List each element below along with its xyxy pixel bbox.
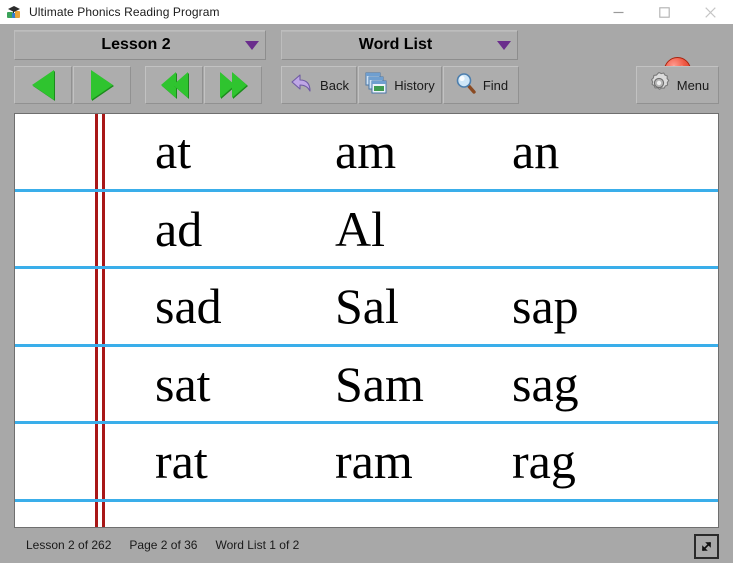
menu-button-label: Menu — [676, 77, 710, 93]
lesson-selector-label: Lesson 2 — [101, 36, 171, 53]
wordlist-progress-text: Word List 1 of 2 — [215, 538, 300, 552]
word-item[interactable]: sat — [155, 359, 211, 409]
word-item[interactable]: rat — [155, 436, 208, 486]
chevron-down-icon — [491, 40, 517, 50]
word-item[interactable]: sad — [155, 281, 222, 331]
next-arrow-icon — [91, 70, 113, 100]
word-item[interactable]: ram — [335, 436, 413, 486]
magnifier-icon — [454, 71, 478, 100]
word-row: ad Al — [15, 192, 718, 269]
find-button[interactable]: Find — [443, 66, 519, 104]
history-button[interactable]: History — [358, 66, 442, 104]
word-item[interactable]: at — [155, 126, 191, 176]
word-rows: at am an ad Al sad Sal sap sat Sam sag rat ram rag — [15, 114, 718, 527]
maximize-icon[interactable] — [641, 0, 687, 24]
history-button-label: History — [394, 77, 435, 93]
window-controls — [595, 0, 733, 24]
gear-icon — [646, 70, 672, 101]
last-page-button[interactable] — [204, 66, 262, 104]
minimize-icon[interactable] — [595, 0, 641, 24]
find-button-label: Find — [482, 77, 509, 93]
view-selector-label: Word List — [358, 36, 433, 53]
lesson-progress-text: Lesson 2 of 262 — [26, 538, 112, 552]
resize-diagonal-icon — [701, 541, 712, 552]
back-button-label: Back — [320, 77, 349, 93]
resize-window-button[interactable] — [694, 534, 719, 559]
view-selector[interactable]: Word List — [281, 30, 518, 60]
graduation-cap-icon — [6, 4, 22, 20]
word-row: at am an — [15, 114, 718, 192]
previous-button[interactable] — [14, 66, 72, 104]
word-item[interactable]: Al — [335, 204, 385, 254]
fast-forward-arrow-icon — [219, 72, 247, 98]
back-button[interactable]: Back — [281, 66, 357, 104]
window-title: Ultimate Phonics Reading Program — [29, 5, 220, 19]
word-item[interactable]: rag — [512, 436, 576, 486]
word-row: sad Sal sap — [15, 269, 718, 347]
toolbar: Lesson 2 Word List Back History Find Men… — [0, 24, 733, 112]
close-icon[interactable] — [687, 0, 733, 24]
status-bar: Lesson 2 of 262 Page 2 of 36 Word List 1… — [0, 530, 733, 563]
page-progress-text: Page 2 of 36 — [129, 538, 198, 552]
title-bar: Ultimate Phonics Reading Program — [0, 0, 733, 24]
word-row: sat Sam sag — [15, 347, 718, 424]
word-item[interactable]: ad — [155, 204, 202, 254]
word-item[interactable]: sag — [512, 359, 579, 409]
word-item[interactable]: am — [335, 126, 396, 176]
word-item[interactable]: sap — [512, 281, 579, 331]
back-arrow-icon — [289, 71, 315, 100]
application-window: Ultimate Phonics Reading Program Lesson … — [0, 0, 733, 563]
word-item[interactable]: Sal — [335, 281, 399, 331]
word-item[interactable]: Sam — [335, 359, 424, 409]
previous-arrow-icon — [32, 70, 54, 100]
word-item[interactable]: an — [512, 126, 559, 176]
chevron-down-icon — [239, 40, 265, 50]
stacked-windows-icon — [365, 71, 389, 100]
lesson-selector[interactable]: Lesson 2 — [14, 30, 266, 60]
rewind-arrow-icon — [160, 72, 188, 98]
next-button[interactable] — [73, 66, 131, 104]
word-row: rat ram rag — [15, 424, 718, 502]
first-page-button[interactable] — [145, 66, 203, 104]
word-list-panel[interactable]: at am an ad Al sad Sal sap sat Sam sag rat ram rag — [14, 113, 719, 528]
menu-button[interactable]: Menu — [636, 66, 719, 104]
